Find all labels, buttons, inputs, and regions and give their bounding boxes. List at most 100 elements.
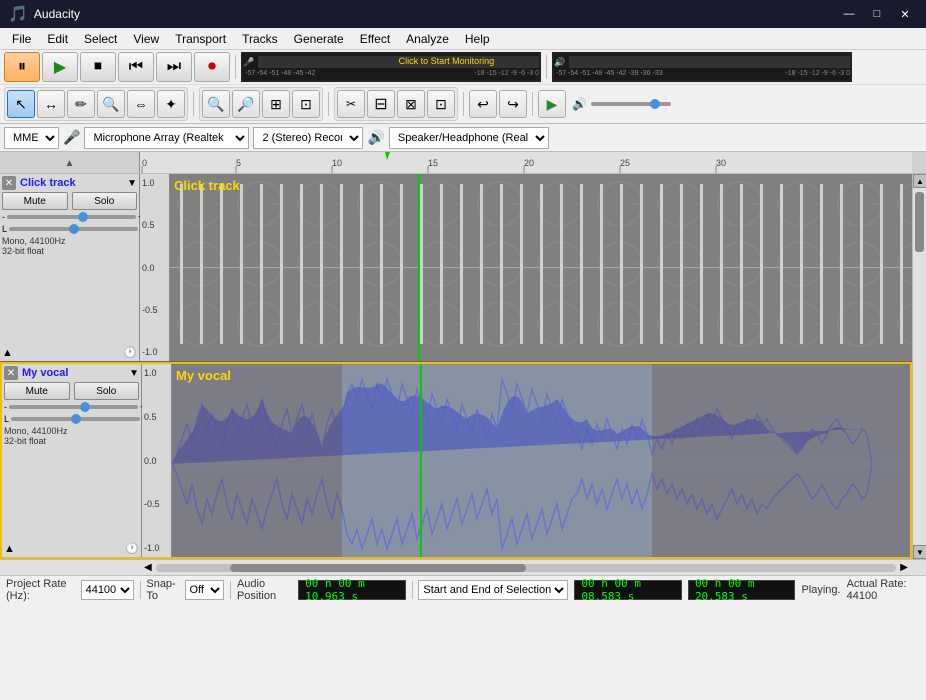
undo-button[interactable]: ↩ <box>469 90 497 118</box>
menu-edit[interactable]: Edit <box>39 30 76 48</box>
click-track-solo-button[interactable]: Solo <box>72 192 138 210</box>
vocal-track-name[interactable]: My vocal <box>22 367 125 379</box>
menu-transport[interactable]: Transport <box>167 30 234 48</box>
playback-controls: 🔊 <box>572 97 671 111</box>
device-toolbar: MME 🎤 Microphone Array (Realtek 2 (Stere… <box>0 124 926 152</box>
vocal-track-volume-row: - + <box>4 402 139 412</box>
envelope-tool-button[interactable]: ↔ <box>37 90 65 118</box>
ruler: ▲ 0 5 10 15 20 25 30 <box>0 152 926 174</box>
click-track-playhead <box>418 174 420 361</box>
play-green-button[interactable]: ▶ <box>538 90 566 118</box>
zoom-in-button[interactable]: 🔍 <box>202 90 230 118</box>
output-device-select[interactable]: Speaker/Headphone (Realte <box>389 127 549 149</box>
mix-render-button[interactable]: ⊠ <box>397 90 425 118</box>
click-track-dropdown[interactable]: ▼ <box>127 178 137 189</box>
vscroll-up-button[interactable]: ▲ <box>913 174 926 188</box>
click-track-mute-button[interactable]: Mute <box>2 192 68 210</box>
trim-button[interactable]: ✂ <box>337 90 365 118</box>
selection-start-time: 00 h 00 m 08.583 s <box>574 580 682 600</box>
hscroll-track <box>156 564 897 572</box>
zoom-tool-button[interactable]: 🔍 <box>97 90 125 118</box>
menu-file[interactable]: File <box>4 30 39 48</box>
input-device-select[interactable]: Microphone Array (Realtek <box>84 127 249 149</box>
app-title: Audacity <box>34 7 80 21</box>
silence-button[interactable]: ⊟ <box>367 90 395 118</box>
project-rate-select[interactable]: 44100 <box>81 580 134 600</box>
zoom-fit-sel-button[interactable]: ⊡ <box>292 90 320 118</box>
host-select[interactable]: MME <box>4 127 59 149</box>
skip-back-button[interactable]: ⏮ <box>118 52 154 82</box>
vocal-track-dropdown[interactable]: ▼ <box>129 368 139 379</box>
click-track-close-button[interactable]: ✕ <box>2 176 16 190</box>
zoom-out-button[interactable]: 🔎 <box>232 90 260 118</box>
vocal-track-volume-slider[interactable] <box>9 405 138 409</box>
vocal-track-mute-button[interactable]: Mute <box>4 382 70 400</box>
svg-text:10: 10 <box>332 158 342 168</box>
vocal-track-solo-button[interactable]: Solo <box>74 382 140 400</box>
input-channels-select[interactable]: 2 (Stereo) Recor <box>253 127 363 149</box>
select-tool-button[interactable]: ↖ <box>7 90 35 118</box>
horizontal-scrollbar[interactable]: ◀ ▶ <box>0 559 926 575</box>
vu-input-meter: 🎤 Click to Start Monitoring -57 -54 -51 … <box>241 52 541 82</box>
output-icon: 🔊 <box>554 57 565 68</box>
vu-output-meter: 🔊 -57 -54 -51 -48 -45 -42 -39 -36 -33 -1… <box>552 52 852 82</box>
title-left: 🎵 Audacity <box>8 4 80 24</box>
close-button[interactable]: ✕ <box>892 4 918 24</box>
draw-tool-button[interactable]: ✏ <box>67 90 95 118</box>
separator1 <box>235 55 236 79</box>
separator4 <box>328 92 329 116</box>
stop-button[interactable]: ⏹ <box>80 52 116 82</box>
vu-output-bar <box>569 56 850 68</box>
vocal-track-close-button[interactable]: ✕ <box>4 366 18 380</box>
selection-end-time: 00 h 00 m 20.583 s <box>688 580 796 600</box>
vertical-scrollbar[interactable]: ▲ ▼ <box>912 174 926 559</box>
vocal-track-pan-slider[interactable] <box>11 417 140 421</box>
pause-button[interactable]: ⏸ <box>4 52 40 82</box>
transport-toolbar: ⏸ ▶ ⏹ ⏮ ⏭ ⏺ 🎤 Click to Start Monitoring … <box>0 50 926 84</box>
snap-button[interactable]: ⊡ <box>427 90 455 118</box>
minimize-button[interactable]: — <box>836 4 862 24</box>
vscroll-down-button[interactable]: ▼ <box>913 545 926 559</box>
click-track-header: ✕ Click track ▼ <box>2 176 137 190</box>
maximize-button[interactable]: □ <box>864 4 890 24</box>
skip-fwd-button[interactable]: ⏭ <box>156 52 192 82</box>
playback-volume-slider[interactable] <box>591 102 671 106</box>
vu-input-bar: Click to Start Monitoring <box>258 56 539 68</box>
vocal-track-collapse-icon[interactable]: ▲ <box>4 543 15 555</box>
menu-tracks[interactable]: Tracks <box>234 30 286 48</box>
vu-click-monitor[interactable]: Click to Start Monitoring <box>399 56 495 66</box>
hscroll-left-button[interactable]: ◀ <box>144 562 152 573</box>
click-track-pan-slider[interactable] <box>9 227 138 231</box>
vocal-track-waveform[interactable]: My vocal <box>172 364 910 557</box>
project-rate-label: Project Rate (Hz): <box>6 578 75 602</box>
redo-button[interactable]: ↪ <box>499 90 527 118</box>
hscroll-right-button[interactable]: ▶ <box>900 562 908 573</box>
vocal-track-menu-icon[interactable]: 🕐 <box>125 542 139 555</box>
click-track-volume-row: - + <box>2 212 137 222</box>
menu-help[interactable]: Help <box>457 30 498 48</box>
vscroll-thumb[interactable] <box>915 192 924 252</box>
menu-analyze[interactable]: Analyze <box>398 30 457 48</box>
click-track-menu-icon[interactable]: 🕐 <box>123 346 137 359</box>
vu-scale-top: -57 -54 -51 -48 -45 -42 -18 -15 -12 -9 -… <box>243 70 539 80</box>
tracks-container: ✕ Click track ▼ Mute Solo - + L R <box>0 174 926 559</box>
menu-select[interactable]: Select <box>76 30 125 48</box>
timeshift-tool-button[interactable]: ⇔ <box>127 90 155 118</box>
vocal-selection-region <box>342 364 652 557</box>
selection-type-select[interactable]: Start and End of Selection <box>418 580 568 600</box>
menu-effect[interactable]: Effect <box>352 30 398 48</box>
hscroll-thumb[interactable] <box>230 564 526 572</box>
click-track-waveform[interactable]: Click track <box>170 174 912 361</box>
click-track-volume-slider[interactable] <box>7 215 136 219</box>
click-track-collapse-icon[interactable]: ▲ <box>2 347 13 359</box>
multi-tool-button[interactable]: ✦ <box>157 90 185 118</box>
menu-generate[interactable]: Generate <box>286 30 352 48</box>
click-track-footer: ▲ 🕐 <box>2 344 137 359</box>
snap-to-select[interactable]: Off <box>185 580 225 600</box>
play-button[interactable]: ▶ <box>42 52 78 82</box>
click-track-name[interactable]: Click track <box>20 177 123 189</box>
record-button[interactable]: ⏺ <box>194 52 230 82</box>
titlebar: 🎵 Audacity — □ ✕ <box>0 0 926 28</box>
menu-view[interactable]: View <box>125 30 167 48</box>
zoom-fit-project-button[interactable]: ⊞ <box>262 90 290 118</box>
